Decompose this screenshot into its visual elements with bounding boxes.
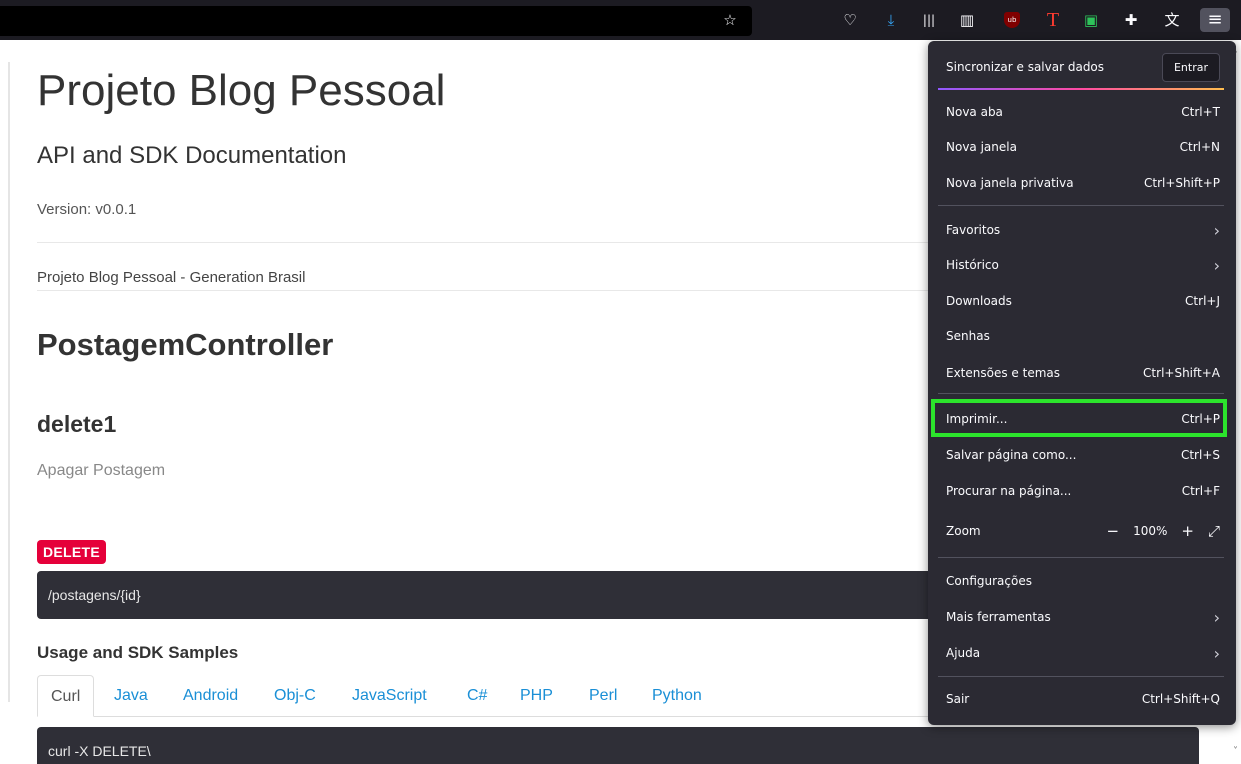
tab-java[interactable]: Java xyxy=(114,675,148,717)
extensions-puzzle-icon[interactable]: ✚ xyxy=(1119,8,1143,32)
menu-item-settings[interactable]: Configurações xyxy=(932,565,1230,597)
zoom-out-button[interactable]: − xyxy=(1107,522,1120,540)
left-divider xyxy=(8,62,10,702)
menu-separator xyxy=(938,557,1224,558)
page-title: Projeto Blog Pessoal xyxy=(37,66,446,115)
menu-item-label: Zoom xyxy=(946,524,981,538)
method-heading: delete1 xyxy=(37,411,117,437)
menu-item-passwords[interactable]: Senhas xyxy=(932,320,1230,352)
menu-item-save-page[interactable]: Salvar página como... Ctrl+S xyxy=(932,439,1230,471)
menu-item-more-tools[interactable]: Mais ferramentas › xyxy=(932,601,1230,633)
menu-item-shortcut: Ctrl+N xyxy=(1179,140,1220,154)
menu-item-label: Downloads xyxy=(946,294,1012,308)
menu-item-label: Extensões e temas xyxy=(946,366,1060,380)
url-bar[interactable] xyxy=(0,6,752,36)
menu-item-label: Sair xyxy=(946,692,970,706)
menu-item-label: Procurar na página... xyxy=(946,484,1072,498)
browser-toolbar: ☆ ♡ ⤓ ||| ▥ ub T ▣ ✚ 文 ≡ xyxy=(0,0,1241,40)
scroll-down-icon[interactable]: ˅ xyxy=(1233,746,1238,757)
tab-perl[interactable]: Perl xyxy=(589,675,617,717)
menu-item-downloads[interactable]: Downloads Ctrl+J xyxy=(932,285,1230,317)
downloads-icon[interactable]: ⤓ xyxy=(879,8,903,32)
sync-row[interactable]: Sincronizar e salvar dados Entrar xyxy=(932,51,1230,83)
zoom-controls: − 100% + ⤢ xyxy=(1107,522,1220,540)
menu-item-shortcut: Ctrl+Shift+Q xyxy=(1141,692,1220,706)
t-extension-icon[interactable]: T xyxy=(1041,8,1065,32)
ublock-icon[interactable]: ub xyxy=(1000,8,1024,32)
tab-python[interactable]: Python xyxy=(652,675,702,717)
tab-php[interactable]: PHP xyxy=(520,675,553,717)
library-icon[interactable]: ||| xyxy=(917,8,941,32)
menu-item-extensions[interactable]: Extensões e temas Ctrl+Shift+A xyxy=(932,357,1230,389)
translate-icon[interactable]: 文 xyxy=(1160,8,1184,32)
zoom-in-button[interactable]: + xyxy=(1181,522,1194,540)
http-method-badge: DELETE xyxy=(37,540,107,564)
menu-item-label: Senhas xyxy=(946,329,990,343)
menu-separator xyxy=(938,205,1224,206)
chevron-right-icon: › xyxy=(1213,220,1220,240)
menu-item-label: Ajuda xyxy=(946,646,981,660)
sync-label: Sincronizar e salvar dados xyxy=(946,60,1105,74)
zoom-level[interactable]: 100% xyxy=(1133,524,1167,538)
menu-item-bookmarks[interactable]: Favoritos › xyxy=(932,214,1230,246)
chevron-right-icon: › xyxy=(1213,607,1220,627)
fullscreen-icon[interactable]: ⤢ xyxy=(1208,522,1220,540)
tab-objc[interactable]: Obj-C xyxy=(274,675,316,717)
version-text: Version: v0.0.1 xyxy=(37,201,137,218)
code-sample: curl -X DELETE\ xyxy=(37,727,1199,764)
sync-gradient-divider xyxy=(938,88,1224,90)
menu-item-new-tab[interactable]: Nova aba Ctrl+T xyxy=(932,96,1230,128)
chevron-right-icon: › xyxy=(1213,643,1220,663)
menu-item-label: Mais ferramentas xyxy=(946,610,1051,624)
sidebar-icon[interactable]: ▥ xyxy=(955,8,979,32)
green-extension-icon[interactable]: ▣ xyxy=(1079,8,1103,32)
menu-item-new-private-window[interactable]: Nova janela privativa Ctrl+Shift+P xyxy=(932,167,1230,199)
menu-separator xyxy=(938,676,1224,677)
menu-item-quit[interactable]: Sair Ctrl+Shift+Q xyxy=(932,683,1230,715)
menu-item-shortcut: Ctrl+T xyxy=(1181,105,1220,119)
sign-in-button[interactable]: Entrar xyxy=(1161,52,1220,82)
menu-item-help[interactable]: Ajuda › xyxy=(932,637,1230,669)
menu-item-find[interactable]: Procurar na página... Ctrl+F xyxy=(932,475,1230,507)
menu-item-shortcut: Ctrl+Shift+A xyxy=(1143,366,1220,380)
chevron-right-icon: › xyxy=(1213,255,1220,275)
app-menu-panel: Sincronizar e salvar dados Entrar Nova a… xyxy=(928,41,1236,725)
tab-javascript[interactable]: JavaScript xyxy=(352,675,427,717)
project-description: Projeto Blog Pessoal - Generation Brasil xyxy=(37,269,306,286)
menu-item-history[interactable]: Histórico › xyxy=(932,249,1230,281)
menu-item-label: Favoritos xyxy=(946,223,1001,237)
menu-item-label: Nova janela privativa xyxy=(946,176,1074,190)
menu-item-zoom: Zoom − 100% + ⤢ xyxy=(932,515,1230,547)
tab-curl[interactable]: Curl xyxy=(37,675,95,717)
menu-item-shortcut: Ctrl+S xyxy=(1180,448,1220,462)
menu-item-label: Histórico xyxy=(946,258,999,272)
print-highlight-box xyxy=(931,399,1227,437)
menu-item-label: Nova janela xyxy=(946,140,1017,154)
menu-separator xyxy=(938,393,1224,394)
page-subtitle: API and SDK Documentation xyxy=(37,142,347,169)
menu-item-new-window[interactable]: Nova janela Ctrl+N xyxy=(932,131,1230,163)
menu-item-label: Configurações xyxy=(946,574,1032,588)
menu-item-shortcut: Ctrl+F xyxy=(1181,484,1220,498)
samples-heading: Usage and SDK Samples xyxy=(37,643,239,662)
pocket-icon[interactable]: ♡ xyxy=(838,8,862,32)
tab-android[interactable]: Android xyxy=(183,675,238,717)
method-description: Apagar Postagem xyxy=(37,462,166,479)
bookmark-star-icon[interactable]: ☆ xyxy=(718,8,742,32)
tab-csharp[interactable]: C# xyxy=(467,675,487,717)
menu-item-label: Nova aba xyxy=(946,105,1003,119)
menu-item-shortcut: Ctrl+Shift+P xyxy=(1144,176,1220,190)
hamburger-menu-icon[interactable]: ≡ xyxy=(1200,8,1230,32)
menu-item-shortcut: Ctrl+J xyxy=(1185,294,1220,308)
controller-heading: PostagemController xyxy=(37,327,334,362)
menu-item-label: Salvar página como... xyxy=(946,448,1077,462)
